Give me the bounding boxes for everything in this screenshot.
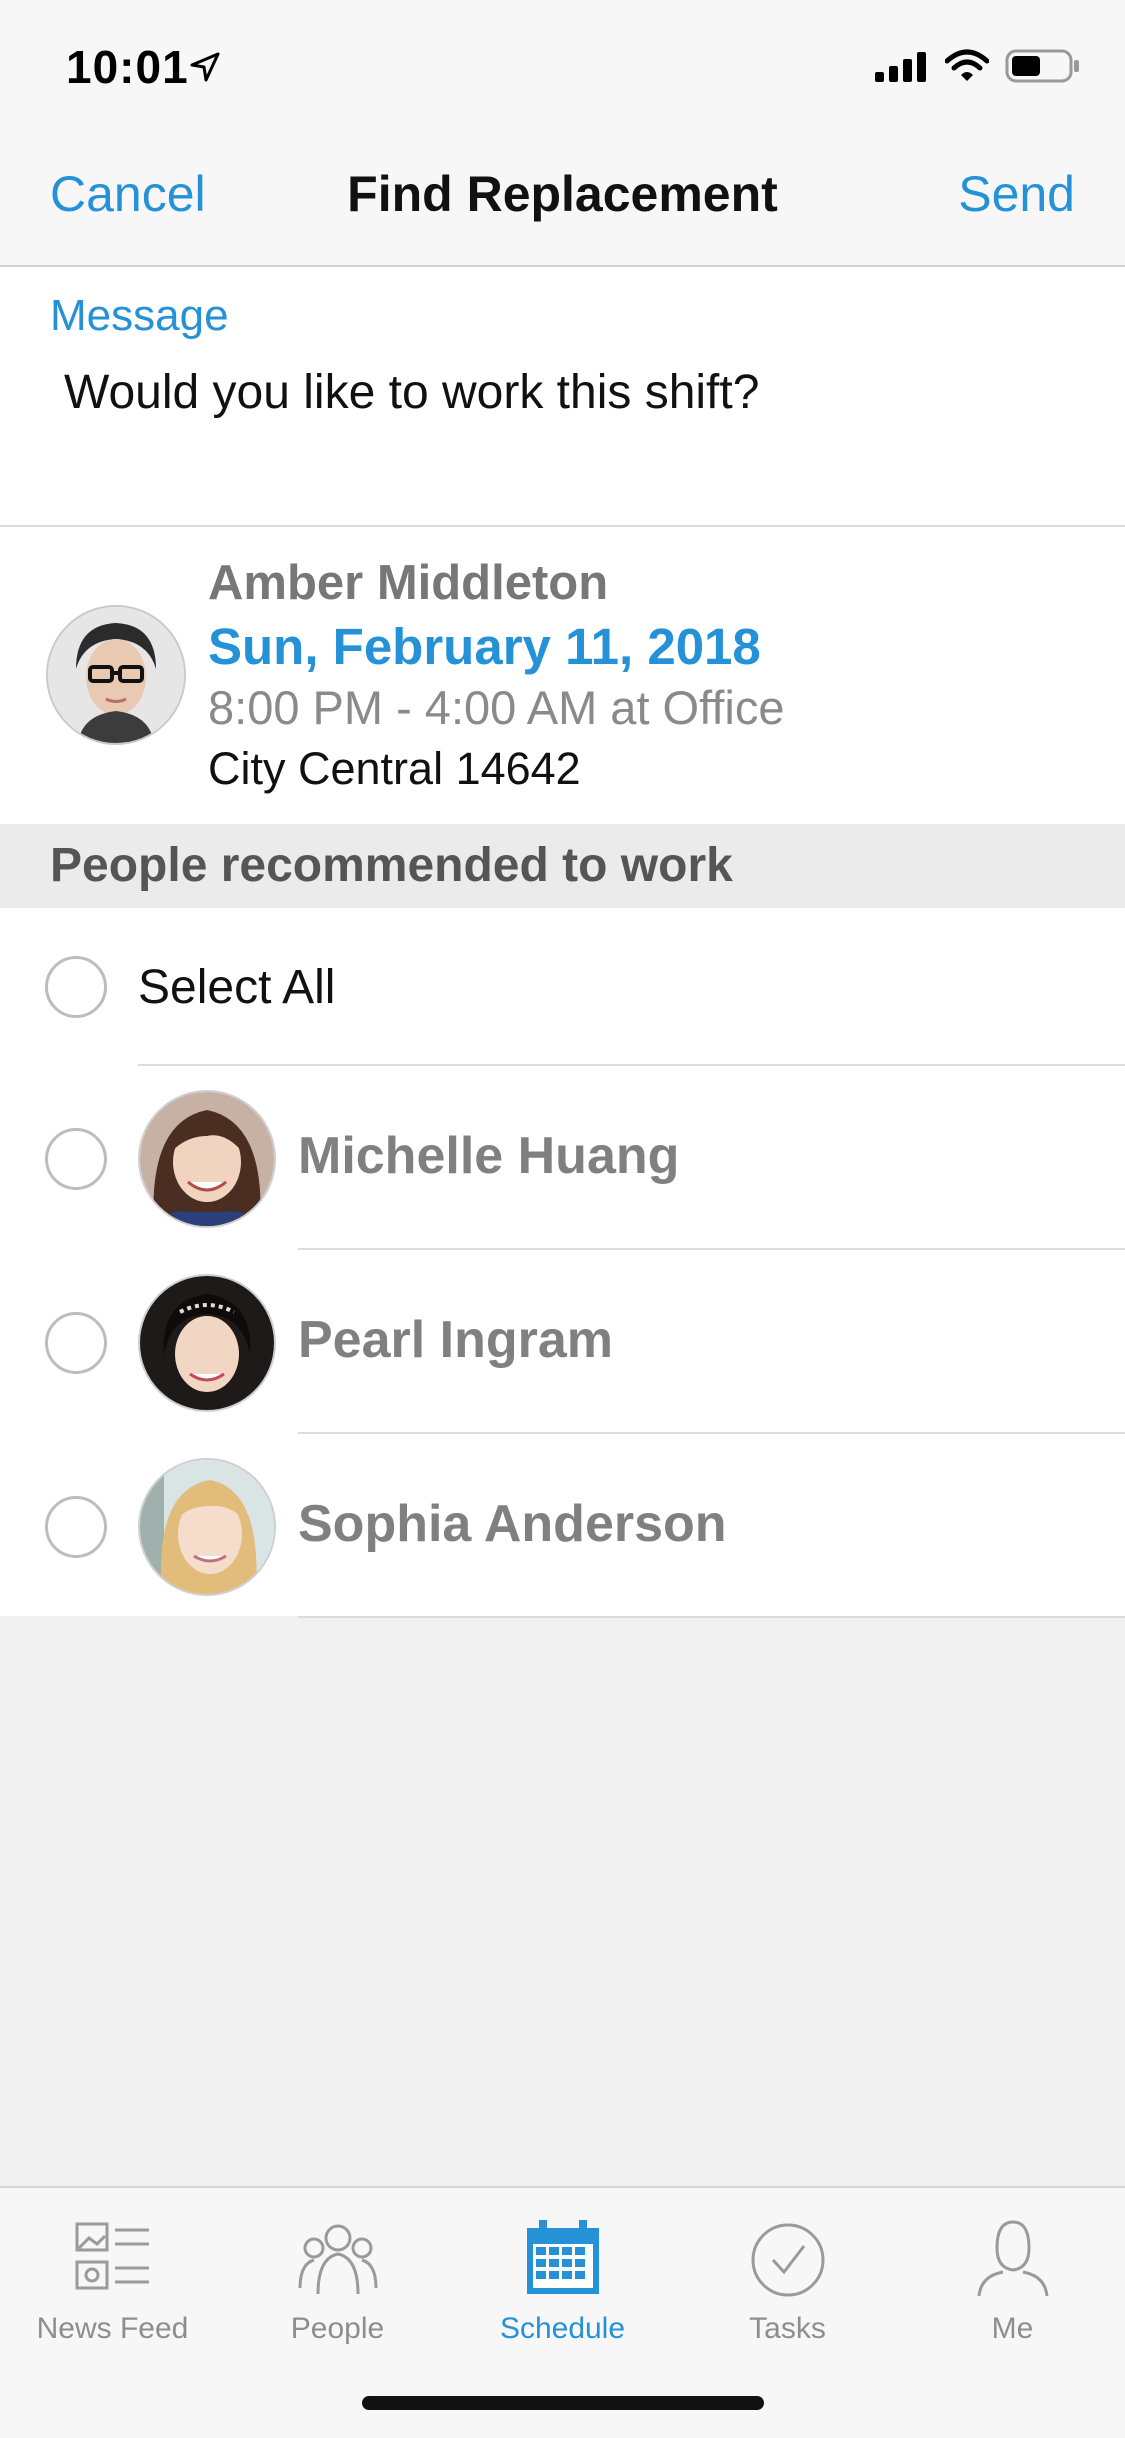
status-icons bbox=[875, 48, 1081, 84]
avatar bbox=[46, 605, 186, 745]
divider bbox=[298, 1616, 1125, 1618]
person-radio[interactable] bbox=[45, 1128, 107, 1190]
news-feed-icon bbox=[75, 2222, 149, 2290]
person-name: Sophia Anderson bbox=[298, 1495, 727, 1553]
select-all-label: Select All bbox=[138, 961, 336, 1014]
send-button[interactable]: Send bbox=[958, 165, 1075, 223]
check-circle-icon bbox=[751, 2223, 824, 2297]
tab-label: Me bbox=[991, 2312, 1034, 2345]
people-icon bbox=[298, 2224, 377, 2295]
select-all-radio[interactable] bbox=[45, 956, 107, 1018]
message-section: Message Would you like to work this shif… bbox=[0, 267, 1125, 527]
avatar-image bbox=[48, 607, 184, 743]
employee-name: Amber Middleton bbox=[208, 556, 609, 610]
avatar bbox=[138, 1458, 276, 1596]
person-radio[interactable] bbox=[45, 1496, 107, 1558]
avatar bbox=[138, 1090, 276, 1228]
list-item[interactable]: Pearl Ingram bbox=[0, 1250, 1125, 1434]
recommended-list: Select All Michelle Huang Pearl Ingram S… bbox=[0, 908, 1125, 1618]
cellular-signal-icon bbox=[875, 52, 926, 82]
battery-icon bbox=[1005, 49, 1079, 83]
message-input[interactable]: Would you like to work this shift? bbox=[64, 365, 759, 420]
status-time: 10:01 bbox=[66, 41, 189, 93]
person-name: Pearl Ingram bbox=[298, 1311, 614, 1369]
avatar-image bbox=[140, 1276, 274, 1410]
tab-label: People bbox=[290, 2312, 385, 2345]
shift-time: 8:00 PM - 4:00 AM at Office bbox=[208, 681, 785, 734]
tab-people[interactable]: People bbox=[225, 2208, 450, 2346]
person-name: Michelle Huang bbox=[298, 1127, 680, 1185]
tab-schedule[interactable]: Schedule bbox=[450, 2208, 675, 2346]
select-all-row[interactable]: Select All bbox=[0, 908, 1125, 1066]
tab-label: Tasks bbox=[749, 2312, 826, 2345]
tab-news-feed[interactable]: News Feed bbox=[0, 2208, 225, 2346]
top-bar: 10:01 Cancel Find Replacement Send bbox=[0, 0, 1125, 267]
person-radio[interactable] bbox=[45, 1312, 107, 1374]
tab-me[interactable]: Me bbox=[900, 2208, 1125, 2346]
calendar-icon bbox=[526, 2220, 599, 2294]
list-item[interactable]: Sophia Anderson bbox=[0, 1434, 1125, 1618]
section-header-title: People recommended to work bbox=[50, 839, 733, 892]
tab-label: News Feed bbox=[36, 2312, 189, 2345]
shift-details: Amber Middleton Sun, February 11, 2018 8… bbox=[0, 527, 1125, 824]
avatar-image bbox=[140, 1460, 274, 1594]
message-label: Message bbox=[50, 291, 229, 340]
avatar bbox=[138, 1274, 276, 1412]
home-indicator[interactable] bbox=[362, 2396, 764, 2410]
location-arrow-icon bbox=[190, 52, 220, 82]
section-header: People recommended to work bbox=[0, 824, 1125, 908]
shift-location: City Central 14642 bbox=[208, 743, 581, 794]
avatar-image bbox=[140, 1092, 274, 1226]
tab-tasks[interactable]: Tasks bbox=[675, 2208, 900, 2346]
person-icon bbox=[977, 2220, 1048, 2297]
shift-date: Sun, February 11, 2018 bbox=[208, 618, 761, 675]
wifi-icon bbox=[945, 49, 989, 81]
page-title: Find Replacement bbox=[347, 166, 778, 222]
list-item[interactable]: Michelle Huang bbox=[0, 1066, 1125, 1250]
tab-label: Schedule bbox=[499, 2312, 626, 2345]
